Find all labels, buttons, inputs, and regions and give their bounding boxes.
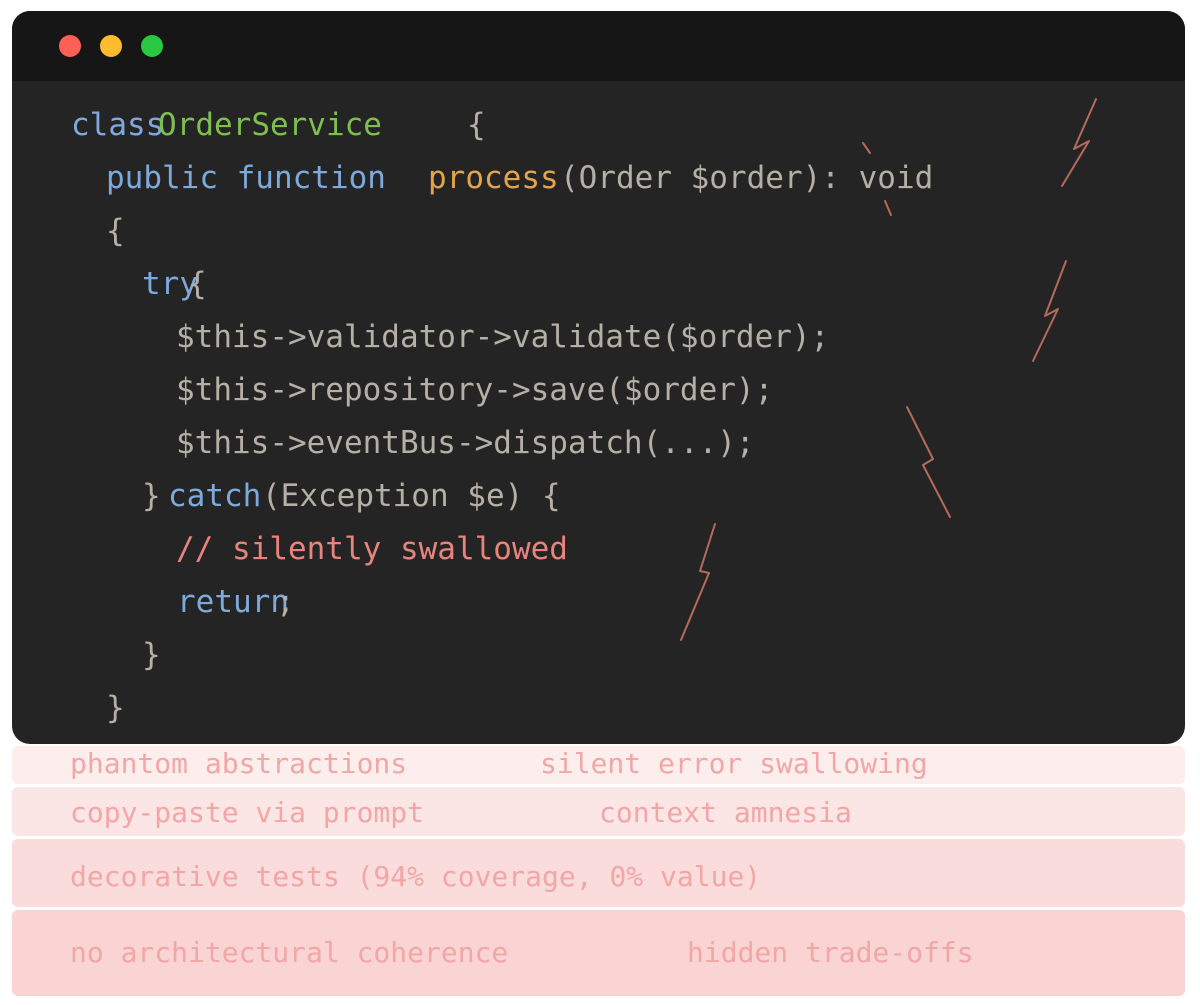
crack-mark bbox=[884, 200, 892, 216]
crack-overlay bbox=[680, 98, 1097, 641]
crack-mark bbox=[862, 142, 871, 154]
issue-label: hidden trade-offs bbox=[687, 936, 974, 969]
issue-label: copy-paste via prompt bbox=[70, 796, 425, 829]
issue-label: decorative tests (94% coverage, 0% value… bbox=[70, 860, 762, 893]
issue-label: silent error swallowing bbox=[540, 747, 928, 780]
issue-band-3: decorative tests (94% coverage, 0% value… bbox=[12, 839, 1185, 907]
code-editor-window: class OrderService { public function pro… bbox=[12, 11, 1185, 744]
issue-label: context amnesia bbox=[599, 796, 852, 829]
issue-band-4: no architectural coherence hidden trade-… bbox=[12, 910, 1185, 996]
issue-band-2: copy-paste via prompt context amnesia bbox=[12, 787, 1185, 836]
crack-mark bbox=[1032, 260, 1067, 362]
issue-band-1: phantom abstractions silent error swallo… bbox=[12, 746, 1185, 784]
crack-mark bbox=[1061, 98, 1097, 187]
issue-label: no architectural coherence bbox=[70, 936, 509, 969]
crack-mark bbox=[680, 523, 716, 641]
page: class OrderService { public function pro… bbox=[0, 0, 1200, 1005]
issue-label: phantom abstractions bbox=[70, 747, 408, 780]
crack-mark bbox=[906, 406, 951, 518]
